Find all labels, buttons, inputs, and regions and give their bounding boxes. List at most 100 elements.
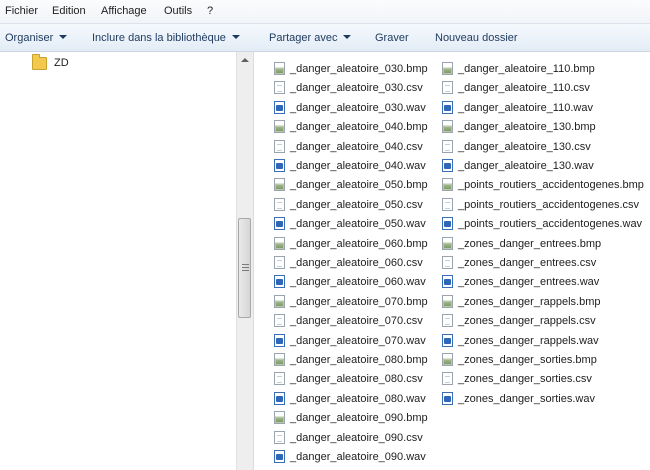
file-name: _zones_danger_entrees.bmp [458,238,602,250]
organize-button[interactable]: Organiser [5,32,68,44]
file-name: _zones_danger_sorties.csv [458,373,592,385]
burn-button[interactable]: Graver [375,32,409,44]
chevron-down-icon [231,35,240,39]
file-name: _danger_aleatoire_070.bmp [290,296,428,308]
file-name: _zones_danger_rappels.wav [458,335,599,347]
scroll-up-arrow-icon[interactable] [241,58,249,62]
file-name: _danger_aleatoire_110.wav [458,102,593,114]
chevron-down-icon [343,35,352,39]
file-name: _danger_aleatoire_130.bmp [458,121,596,133]
file-name: _points_routiers_accidentogenes.wav [458,218,643,230]
file-name: _danger_aleatoire_040.wav [290,160,426,172]
wav-file-icon [442,334,453,347]
file-name: _danger_aleatoire_050.bmp [290,179,428,191]
file-name: _danger_aleatoire_090.csv [290,432,423,444]
file-name: _danger_aleatoire_030.bmp [290,63,428,75]
organize-label: Organiser [5,32,54,44]
file-name: _danger_aleatoire_080.wav [290,393,426,405]
bmp-file-icon [274,411,285,424]
file-name: _points_routiers_accidentogenes.csv [458,199,640,211]
share-with-label: Partager avec [269,32,338,44]
file-name: _danger_aleatoire_110.bmp [458,63,595,75]
wav-file-icon [442,392,453,405]
csv-file-icon [442,198,453,211]
menu-bar: Fichier Edition Affichage Outils ? [0,0,650,24]
file-name: _danger_aleatoire_030.csv [290,82,423,94]
wav-file-icon [274,101,285,114]
csv-file-icon [274,198,285,211]
csv-file-icon [442,140,453,153]
chevron-down-icon [59,35,68,39]
file-name: _zones_danger_rappels.csv [458,315,596,327]
file-name: _danger_aleatoire_090.wav [290,451,426,463]
file-name: _danger_aleatoire_040.bmp [290,121,428,133]
menu-edition[interactable]: Edition [52,5,86,17]
file-name: _zones_danger_sorties.wav [458,393,595,405]
wav-file-icon [442,275,453,288]
wav-file-icon [442,217,453,230]
bmp-file-icon [442,120,453,133]
bmp-file-icon [274,62,285,75]
file-list: _danger_aleatoire_030.bmp _danger_aleatoi… [254,52,650,470]
wav-file-icon [274,392,285,405]
bmp-file-icon [274,295,285,308]
bmp-file-icon [442,62,453,75]
csv-file-icon [442,81,453,94]
file-name: _danger_aleatoire_060.bmp [290,238,428,250]
bmp-file-icon [442,237,453,250]
bmp-file-icon [274,120,285,133]
csv-file-icon [442,372,453,385]
file-name: _zones_danger_rappels.bmp [458,296,601,308]
scrollbar-thumb[interactable] [238,218,251,318]
file-name: _danger_aleatoire_130.csv [458,141,591,153]
nav-folder-zd[interactable]: ZD [32,54,232,72]
nav-folder-label: ZD [54,57,69,69]
menu-help[interactable]: ? [207,5,213,17]
grip-line [242,267,249,268]
file-name: _danger_aleatoire_080.csv [290,373,423,385]
menu-affichage[interactable]: Affichage [101,5,147,17]
file-name: _zones_danger_sorties.bmp [458,354,597,366]
file-name: _danger_aleatoire_090.bmp [290,412,428,424]
wav-file-icon [274,217,285,230]
new-folder-button[interactable]: Nouveau dossier [435,32,518,44]
wav-file-icon [274,159,285,172]
file-name: _zones_danger_entrees.wav [458,276,600,288]
csv-file-icon [442,256,453,269]
bmp-file-icon [274,178,285,191]
file-name: _zones_danger_entrees.csv [458,257,597,269]
file-name: _points_routiers_accidentogenes.bmp [458,179,644,191]
csv-file-icon [274,431,285,444]
bmp-file-icon [442,295,453,308]
navigation-pane: ZD [0,52,236,470]
menu-fichier[interactable]: Fichier [5,5,38,17]
wav-file-icon [442,101,453,114]
file-name: _danger_aleatoire_070.wav [290,335,426,347]
menu-outils[interactable]: Outils [164,5,192,17]
bmp-file-icon [442,178,453,191]
folder-icon [32,54,47,70]
csv-file-icon [274,314,285,327]
file-name: _danger_aleatoire_060.csv [290,257,423,269]
wav-file-icon [274,275,285,288]
file-name: _danger_aleatoire_130.wav [458,160,594,172]
file-name: _danger_aleatoire_070.csv [290,315,423,327]
file-name: _danger_aleatoire_060.wav [290,276,426,288]
csv-file-icon [274,372,285,385]
file-name: _danger_aleatoire_050.csv [290,199,423,211]
nav-scrollbar[interactable] [236,52,253,470]
include-library-button[interactable]: Inclure dans la bibliothèque [92,32,240,44]
command-bar: Organiser Inclure dans la bibliothèque P… [0,24,650,52]
file-name: _danger_aleatoire_050.wav [290,218,426,230]
include-library-label: Inclure dans la bibliothèque [92,32,226,44]
csv-file-icon [274,81,285,94]
grip-line [242,270,249,271]
bmp-file-icon [274,353,285,366]
bmp-file-icon [274,237,285,250]
share-with-button[interactable]: Partager avec [269,32,352,44]
file-name: _danger_aleatoire_030.wav [290,102,426,114]
csv-file-icon [274,256,285,269]
wav-file-icon [274,450,285,463]
wav-file-icon [442,159,453,172]
csv-file-icon [274,140,285,153]
